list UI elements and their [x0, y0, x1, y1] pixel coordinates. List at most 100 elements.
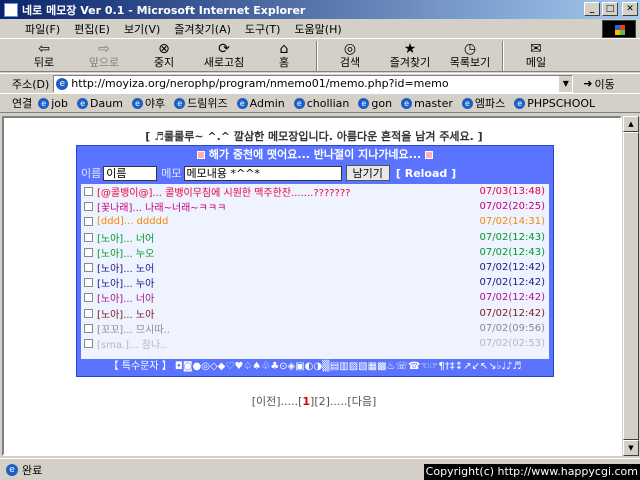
next-page-link[interactable]: [다음]: [347, 395, 376, 408]
close-button[interactable]: ✕: [622, 2, 638, 16]
scroll-up-icon[interactable]: ▲: [623, 116, 639, 132]
maximize-button[interactable]: □: [602, 2, 618, 16]
copyright-watermark: Copyright(c) http://www.happycgi.com: [423, 464, 640, 480]
link-item[interactable]: e PHPSCHOOL: [514, 97, 595, 110]
refresh-button[interactable]: ⟳ 새로고침: [194, 41, 254, 69]
page-link-current[interactable]: 1: [302, 395, 310, 408]
pager-dots: .....: [280, 395, 299, 408]
message-date: 07/02(14:31): [479, 216, 545, 228]
link-item[interactable]: e master: [401, 97, 453, 110]
stop-icon: ⊗: [158, 41, 170, 57]
link-page-icon: e: [38, 97, 50, 109]
message-date: 07/02(12:42): [479, 277, 545, 289]
message-row: [꼬꼬]... 므시따.. 07/02(09:56): [81, 321, 549, 336]
reload-link[interactable]: [ Reload ]: [396, 167, 456, 180]
menu-tools[interactable]: 도구(T): [238, 21, 288, 37]
message-checkbox[interactable]: [84, 308, 93, 318]
message-date: 07/02(20:25): [479, 201, 545, 213]
status-text: 완료: [22, 463, 43, 477]
message-row: [sma.]... 참나.. 07/02(02:53): [81, 336, 549, 351]
memo-board: 해가 중천에 떳어요... 반나절이 지나가네요... 이름 이름 메모 메모내…: [76, 145, 554, 377]
message-checkbox[interactable]: [84, 293, 93, 303]
special-chars-bar[interactable]: 【 특수문자 】 ◘◙●◎◇◆♡♥♤♠♧♣⊙◈▣◐◑▒▤▥▨▧▦▩♨☏☎☜☞¶†…: [77, 358, 553, 376]
message-checkbox[interactable]: [84, 278, 93, 288]
message-checkbox[interactable]: [84, 263, 93, 273]
favorites-button[interactable]: ★ 즐겨찾기: [380, 41, 440, 69]
message-checkbox[interactable]: [84, 232, 93, 242]
link-item[interactable]: e gon: [358, 97, 392, 110]
message-date: 07/02(09:56): [479, 322, 545, 334]
back-arrow-icon: ⇦: [38, 41, 50, 57]
message-date: 07/02(12:43): [479, 231, 545, 243]
windows-logo-icon: [602, 20, 636, 38]
page-link[interactable]: 2: [319, 395, 326, 408]
link-item[interactable]: e Admin: [236, 97, 285, 110]
scroll-thumb[interactable]: [623, 132, 639, 440]
toolbar: ⇦ 뒤로 ⇨ 앞으로 ⊗ 중지 ⟳ 새로고침 ⌂ 홈 ◎ 검색 ★ 즐겨찾기 ◷…: [0, 40, 640, 72]
link-item[interactable]: e 야후: [131, 95, 165, 111]
menu-help[interactable]: 도움말(H): [287, 21, 348, 37]
menu-file[interactable]: 파일(F): [18, 21, 67, 37]
link-item[interactable]: e 드림위즈: [174, 95, 228, 111]
mail-icon: ✉: [530, 41, 542, 57]
message-checkbox[interactable]: [84, 217, 93, 227]
memo-input[interactable]: 메모내용 *^^*: [183, 165, 342, 181]
links-label: 연결: [12, 97, 33, 110]
forward-button[interactable]: ⇨ 앞으로: [74, 41, 134, 69]
links-bar: 연결 e job e Daum e 야후 e 드림위즈 e Admin e chollian…: [0, 93, 640, 113]
link-page-icon: e: [461, 97, 473, 109]
memo-form: 이름 이름 메모 메모내용 *^^* 남기기 [ Reload ]: [77, 164, 553, 182]
window-title: 네로 메모장 Ver 0.1 - Microsoft Internet Expl…: [22, 3, 306, 17]
prev-page-link[interactable]: [이전]: [252, 395, 281, 408]
go-button[interactable]: ➜ 이동: [583, 76, 614, 92]
link-item[interactable]: e job: [38, 97, 68, 110]
name-input[interactable]: 이름: [103, 165, 158, 181]
address-url: http://moyiza.org/nerophp/program/nmemo0…: [71, 77, 449, 90]
message-checkbox[interactable]: [84, 247, 93, 257]
address-label: 주소(D): [12, 77, 50, 91]
address-bar: 주소(D) e http://moyiza.org/nerophp/progra…: [0, 73, 640, 93]
message-checkbox[interactable]: [84, 202, 93, 212]
search-button[interactable]: ◎ 검색: [320, 41, 380, 69]
message-checkbox[interactable]: [84, 338, 93, 348]
toolbar-separator: [316, 41, 318, 71]
message-list: [@콜뱅이@]... 콜뱅이무침에 시원한 맥주한잔.......???????…: [81, 184, 549, 359]
link-page-icon: e: [401, 97, 413, 109]
message-checkbox[interactable]: [84, 187, 93, 197]
menu-edit[interactable]: 편집(E): [67, 21, 117, 37]
address-dropdown-icon[interactable]: ▼: [558, 75, 573, 92]
link-item[interactable]: e Daum: [77, 97, 123, 110]
history-button[interactable]: ◷ 목록보기: [440, 41, 500, 69]
status-page-icon: e: [6, 463, 18, 476]
back-button[interactable]: ⇦ 뒤로: [14, 41, 74, 69]
minimize-button[interactable]: _: [584, 2, 600, 16]
banner-square-icon: [196, 151, 205, 159]
message-row: [@콜뱅이@]... 콜뱅이무침에 시원한 맥주한잔.......???????…: [81, 184, 549, 199]
link-page-icon: e: [174, 97, 186, 109]
message-checkbox[interactable]: [84, 323, 93, 333]
message-date: 07/02(12:42): [479, 262, 545, 274]
home-icon: ⌂: [279, 41, 289, 57]
mail-button[interactable]: ✉ 메일: [506, 41, 566, 69]
address-input[interactable]: e http://moyiza.org/nerophp/program/nmem…: [53, 74, 574, 93]
menu-favorites[interactable]: 즐겨찾기(A): [167, 21, 238, 37]
menu-bar: 파일(F) 편집(E) 보기(V) 즐겨찾기(A) 도구(T) 도움말(H): [0, 19, 640, 39]
message-row: [노아]... 노어 07/02(12:42): [81, 260, 549, 275]
banner-square-icon: [425, 151, 434, 159]
link-item[interactable]: e chollian: [293, 97, 349, 110]
memo-label: 메모: [161, 167, 182, 180]
scroll-down-icon[interactable]: ▼: [623, 440, 639, 456]
vertical-scrollbar[interactable]: ▲ ▼: [622, 116, 639, 456]
message-row: [꽃나래]... 나래~너래~ㅋㅋㅋ 07/02(20:25): [81, 199, 549, 214]
menu-view[interactable]: 보기(V): [117, 21, 167, 37]
ie-app-icon: [4, 2, 18, 17]
go-arrow-icon: ➜: [583, 77, 593, 90]
message-row: [노아]... 누아 07/02(12:42): [81, 275, 549, 290]
home-button[interactable]: ⌂ 홈: [254, 41, 314, 69]
submit-button[interactable]: 남기기: [345, 165, 390, 181]
link-item[interactable]: e 엠파스: [461, 95, 505, 111]
message-row: [노아]... 누오 07/02(12:43): [81, 245, 549, 260]
stop-button[interactable]: ⊗ 중지: [134, 41, 194, 69]
message-row: [노아]... 노아 07/02(12:42): [81, 306, 549, 321]
message-date: 07/02(02:53): [479, 337, 545, 349]
